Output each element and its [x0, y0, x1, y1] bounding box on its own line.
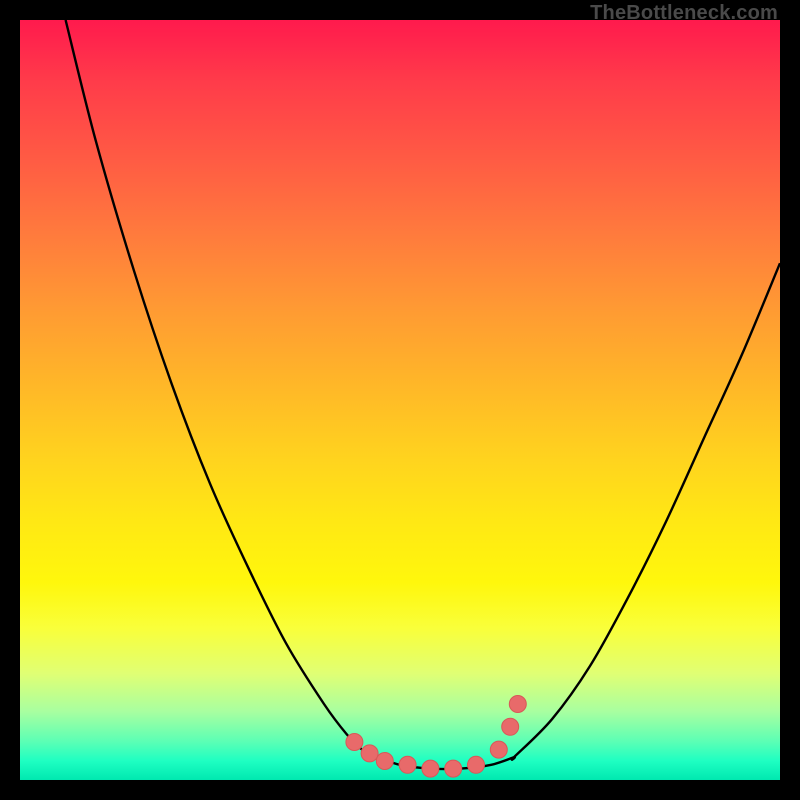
curve-marker	[490, 741, 507, 758]
curve-marker	[509, 696, 526, 713]
chart-frame: TheBottleneck.com	[0, 0, 800, 800]
curve-marker	[502, 718, 519, 735]
bottleneck-curve	[20, 20, 780, 780]
curve-path	[66, 20, 780, 769]
watermark-text: TheBottleneck.com	[590, 2, 778, 25]
curve-marker	[445, 760, 462, 777]
curve-marker	[361, 745, 378, 762]
curve-markers	[346, 696, 526, 778]
curve-marker	[399, 756, 416, 773]
plot-area	[20, 20, 780, 780]
curve-marker	[346, 734, 363, 751]
curve-marker	[376, 753, 393, 770]
curve-marker	[468, 756, 485, 773]
curve-marker	[422, 760, 439, 777]
